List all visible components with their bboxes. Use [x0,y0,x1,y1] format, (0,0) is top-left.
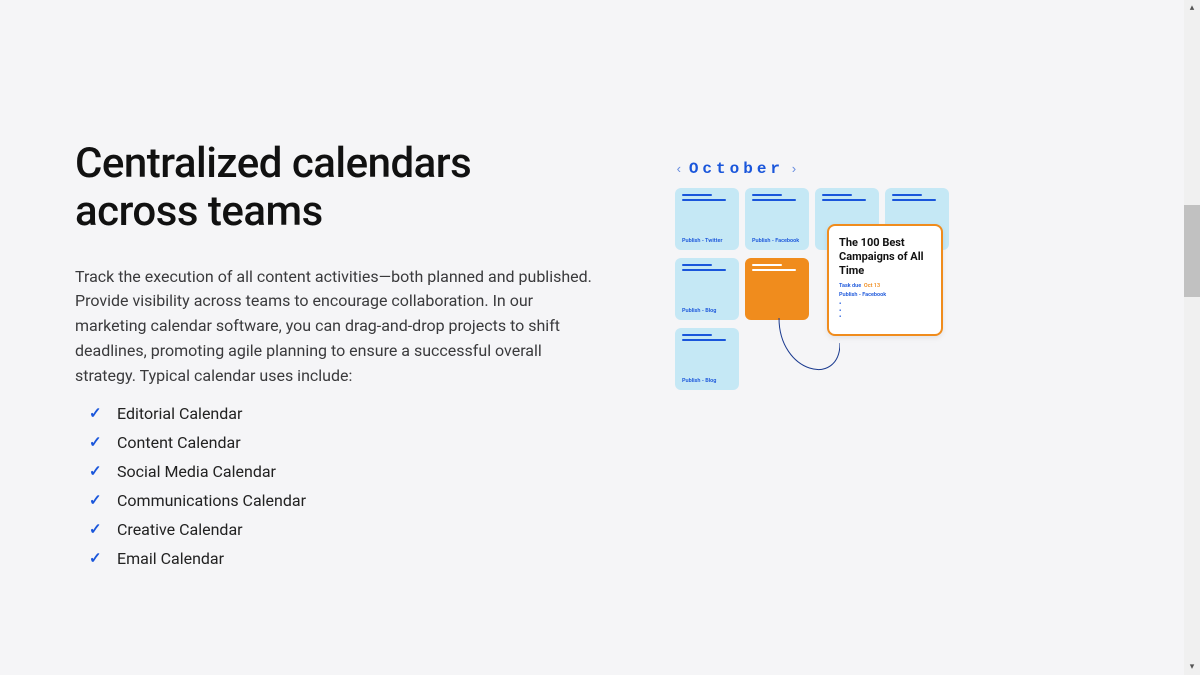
calendar-card: Publish - Blog [675,328,739,390]
check-icon: ✓ [89,491,103,509]
detail-publish: Publish - Facebook [839,292,931,298]
card-detail-popup: The 100 Best Campaigns of All Time Task … [827,224,943,336]
scrollbar-track[interactable]: ▴ ▾ [1184,0,1200,675]
scrollbar-thumb[interactable] [1184,205,1200,297]
list-item: ✓ Creative Calendar [89,515,595,544]
calendar-card-active [745,258,809,320]
calendar-card: Publish - Blog [675,258,739,320]
calendar-card: Publish - Facebook [745,188,809,250]
list-item: ✓ Editorial Calendar [89,399,595,428]
check-icon: ✓ [89,520,103,538]
list-item-label: Communications Calendar [117,491,306,510]
drag-path-icon [745,318,840,413]
list-item-label: Editorial Calendar [117,404,242,423]
check-icon: ✓ [89,404,103,422]
chevron-left-icon: ‹ [675,162,683,177]
scroll-up-button[interactable]: ▴ [1184,0,1200,16]
text-column: Centralized calendars across teams Track… [75,140,595,573]
detail-title: The 100 Best Campaigns of All Time [839,236,931,277]
card-tag: Publish - Blog [682,308,732,314]
calendar-card: Publish - Twitter [675,188,739,250]
list-item: ✓ Content Calendar [89,428,595,457]
list-item-label: Social Media Calendar [117,462,276,481]
check-icon: ✓ [89,549,103,567]
chevron-right-icon: › [790,162,798,177]
detail-dots: ••• [839,301,931,320]
scroll-down-button[interactable]: ▾ [1184,659,1200,675]
card-tag: Publish - Facebook [752,238,802,244]
calendar-grid: Publish - Twitter Publish - Facebook Pub… [675,188,955,438]
content-section: Centralized calendars across teams Track… [0,0,1200,573]
check-icon: ✓ [89,433,103,451]
card-tag: Publish - Blog [682,378,732,384]
feature-checklist: ✓ Editorial Calendar ✓ Content Calendar ✓ S… [75,399,595,573]
list-item: ✓ Email Calendar [89,544,595,573]
list-item-label: Content Calendar [117,433,241,452]
section-description: Track the execution of all content activ… [75,265,595,389]
section-heading: Centralized calendars across teams [75,140,595,237]
month-switcher: ‹ October › [675,160,1105,178]
list-item: ✓ Communications Calendar [89,486,595,515]
task-label: Task due [839,283,861,289]
list-item-label: Email Calendar [117,549,224,568]
list-item-label: Creative Calendar [117,520,243,539]
task-date: Oct 13 [864,283,880,289]
check-icon: ✓ [89,462,103,480]
list-item: ✓ Social Media Calendar [89,457,595,486]
calendar-illustration: ‹ October › Publish - Twitter Publish - … [675,140,1105,573]
detail-task: Task due Oct 13 [839,283,931,289]
month-label: October [689,160,784,178]
card-tag: Publish - Twitter [682,238,732,244]
